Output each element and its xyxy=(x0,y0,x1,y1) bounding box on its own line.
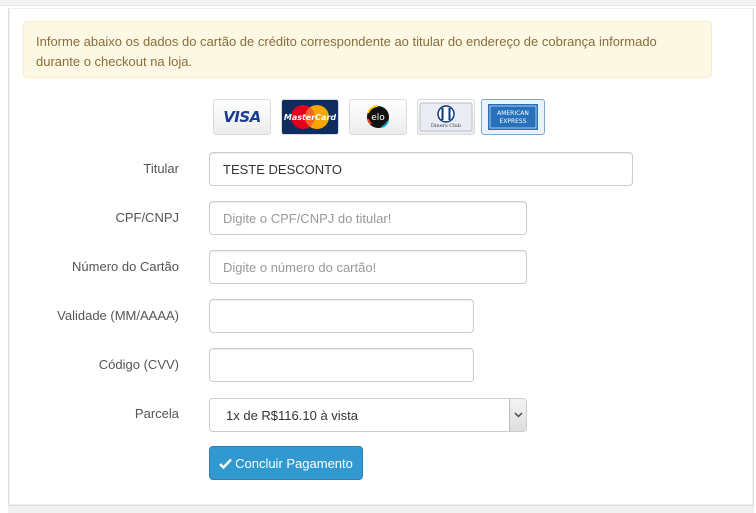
diners-club-logo-icon: Diners Club xyxy=(419,102,473,132)
svg-text:AMERICAN: AMERICAN xyxy=(497,110,529,117)
installments-selected-value: 1x de R$116.10 à vista xyxy=(226,408,359,423)
card-brand-amex[interactable]: AMERICAN EXPRESS xyxy=(481,99,545,135)
billing-notice-text: Informe abaixo os dados do cartão de cré… xyxy=(36,34,657,69)
installments-select[interactable]: 1x de R$116.10 à vista xyxy=(209,398,527,432)
mastercard-logo-icon: MasterCard xyxy=(282,100,338,134)
submit-payment-label: Concluir Pagamento xyxy=(235,455,353,471)
submit-payment-button[interactable]: Concluir Pagamento xyxy=(209,446,363,480)
svg-text:EXPRESS: EXPRESS xyxy=(499,118,526,125)
card-number-input[interactable] xyxy=(209,250,527,284)
card-brand-mastercard[interactable]: MasterCard xyxy=(281,99,339,135)
elo-logo-icon: elo xyxy=(367,105,389,128)
expiry-input[interactable] xyxy=(209,299,474,333)
card-brand-visa-label: VISA xyxy=(223,108,261,126)
card-number-label: Número do Cartão xyxy=(72,259,179,274)
card-brand-selector: VISA MasterCard elo Diners Club AMERICAN… xyxy=(0,99,756,137)
billing-notice: Informe abaixo os dados do cartão de cré… xyxy=(23,21,712,78)
card-brand-elo[interactable]: elo xyxy=(349,99,407,135)
svg-text:elo: elo xyxy=(371,113,385,123)
card-brand-diners[interactable]: Diners Club xyxy=(417,99,475,135)
svg-text:Diners Club: Diners Club xyxy=(431,123,461,129)
cvv-input[interactable] xyxy=(209,348,474,382)
holder-label: Titular xyxy=(143,161,179,176)
chevron-down-icon xyxy=(514,412,522,418)
document-input[interactable] xyxy=(209,201,527,235)
american-express-logo-icon: AMERICAN EXPRESS xyxy=(488,104,538,130)
window-top-edge xyxy=(0,0,756,6)
holder-input[interactable] xyxy=(209,152,633,186)
select-arrow-button[interactable] xyxy=(509,399,526,431)
document-label: CPF/CNPJ xyxy=(115,210,179,225)
cvv-label: Código (CVV) xyxy=(98,357,179,372)
svg-text:MasterCard: MasterCard xyxy=(284,113,337,122)
check-icon xyxy=(219,458,232,469)
installments-label: Parcela xyxy=(134,406,179,421)
card-brand-visa[interactable]: VISA xyxy=(213,99,271,135)
expiry-label: Validade (MM/AAAA) xyxy=(57,308,179,323)
panel-bottom-edge xyxy=(8,505,754,513)
